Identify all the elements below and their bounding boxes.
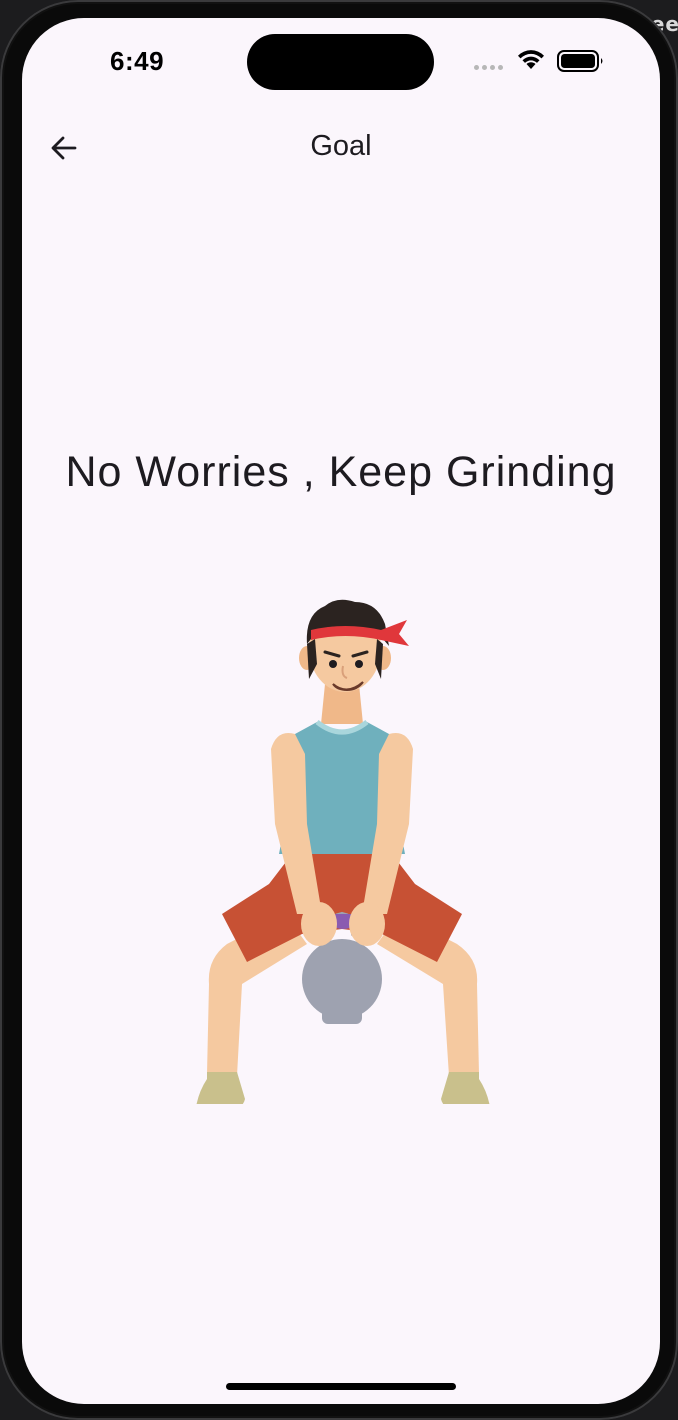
kettlebell-workout-illustration xyxy=(196,599,490,1104)
status-bar: 6:49 xyxy=(22,18,660,108)
cellular-signal-icon xyxy=(474,65,503,70)
home-indicator[interactable] xyxy=(226,1383,456,1390)
phone-frame: 6:49 Goal No Worries , Keep Grinding xyxy=(0,0,678,1420)
motivation-message: No Worries , Keep Grinding xyxy=(65,448,617,496)
app-bar: Goal xyxy=(22,118,660,178)
dynamic-island xyxy=(247,34,434,90)
app-screen: 6:49 Goal No Worries , Keep Grinding xyxy=(22,18,660,1404)
status-time: 6:49 xyxy=(110,46,165,76)
battery-icon xyxy=(557,50,603,72)
page-title: Goal xyxy=(310,130,372,162)
wifi-icon xyxy=(518,50,544,69)
